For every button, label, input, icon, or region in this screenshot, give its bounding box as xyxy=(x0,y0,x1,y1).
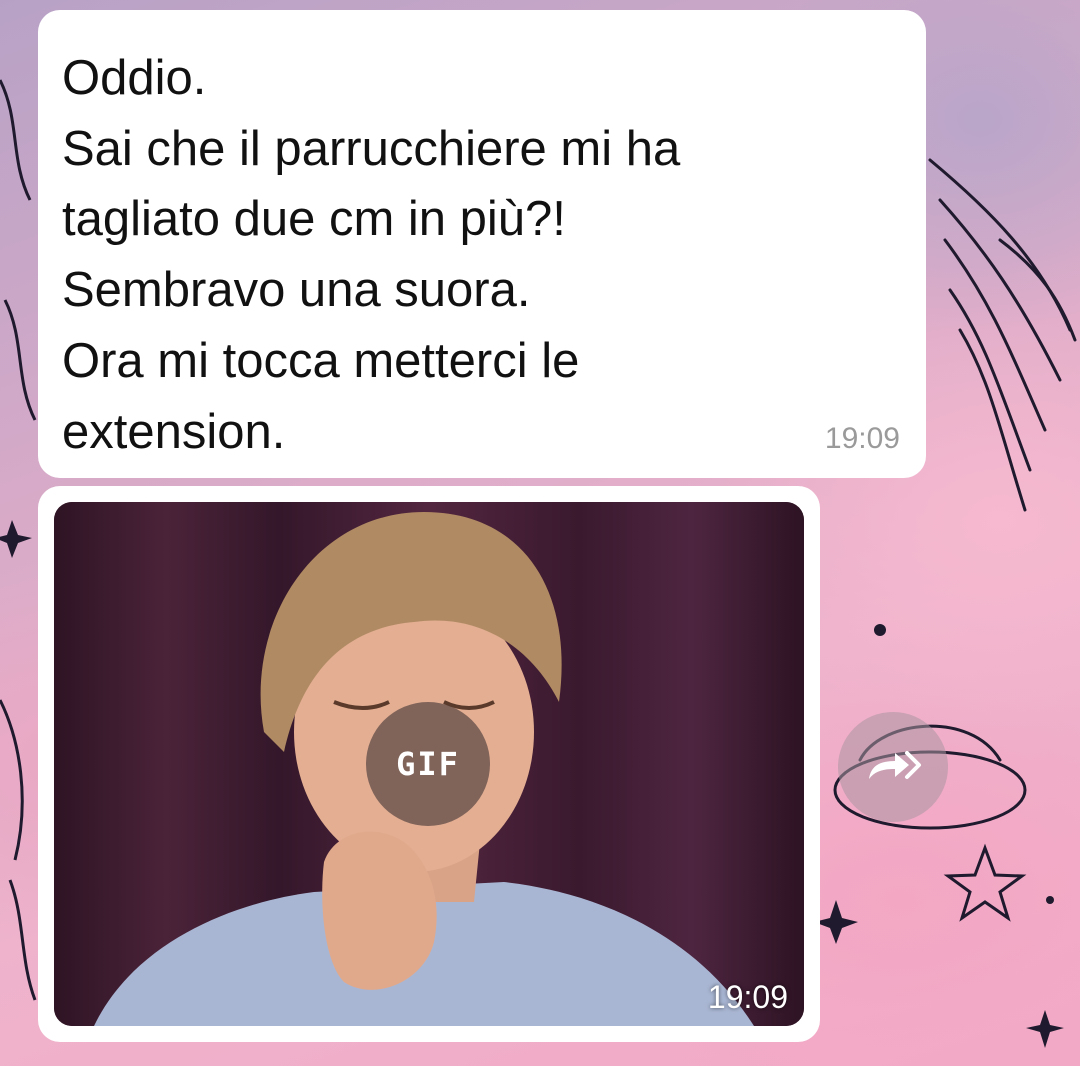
message-line: extension. xyxy=(62,405,286,459)
message-line: tagliato due cm in più?! xyxy=(62,192,566,246)
gif-play-button[interactable]: GIF xyxy=(366,702,490,826)
message-timestamp: 19:09 xyxy=(824,422,900,455)
message-line: Oddio. xyxy=(62,51,207,105)
forward-button[interactable] xyxy=(838,712,948,822)
gif-timestamp: 19:09 xyxy=(707,979,788,1015)
forward-icon xyxy=(869,751,921,779)
message-line: Sembravo una suora. xyxy=(62,263,531,317)
incoming-message-bubble[interactable]: Oddio. Sai che il parrucchiere mi ha tag… xyxy=(38,10,926,478)
gif-play-icon: GIF xyxy=(396,745,460,783)
gif-message-bubble[interactable]: GIF 19:09 xyxy=(38,486,820,1042)
message-line: Ora mi tocca metterci le xyxy=(62,334,580,388)
message-line: Sai che il parrucchiere mi ha xyxy=(62,122,681,176)
gif-preview-image[interactable]: GIF 19:09 xyxy=(54,502,804,1026)
